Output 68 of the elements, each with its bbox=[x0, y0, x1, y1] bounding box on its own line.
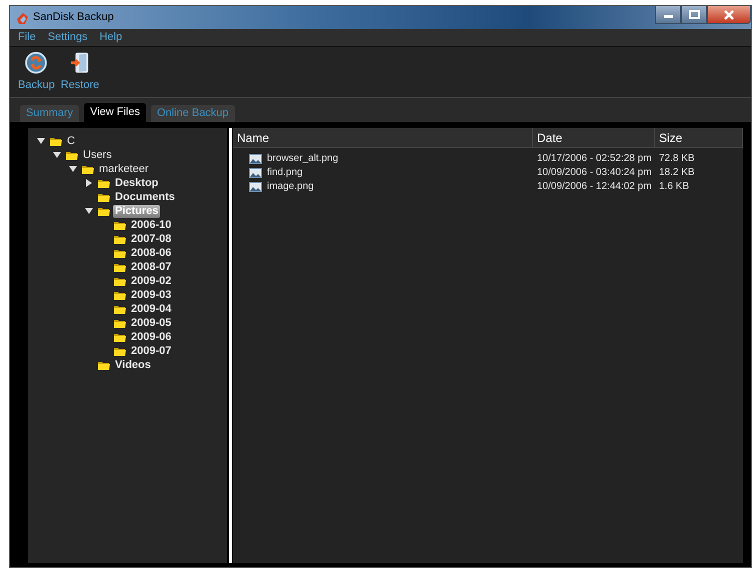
tree-item[interactable]: 2008-07 bbox=[129, 260, 174, 274]
table-cell-text: 10/09/2006 - 03:40:24 pm bbox=[536, 166, 653, 180]
file-name[interactable]: image.png bbox=[267, 180, 314, 194]
tab[interactable]: View Files bbox=[84, 103, 146, 122]
column-header[interactable]: Name bbox=[233, 128, 533, 147]
tree-item[interactable]: Users bbox=[81, 148, 114, 162]
folder-icon bbox=[97, 177, 110, 189]
tree-item[interactable]: 2006-10 bbox=[129, 218, 174, 232]
table-cell-text: 10/17/2006 - 02:52:28 pm bbox=[536, 152, 653, 166]
table-cell-text: 72.8 KB bbox=[658, 152, 696, 166]
maximize-icon bbox=[688, 10, 700, 19]
folder-icon bbox=[81, 163, 94, 175]
close-icon bbox=[723, 10, 735, 20]
tree-item[interactable]: 2009-07 bbox=[129, 344, 174, 358]
image-file-icon bbox=[249, 168, 262, 178]
folder-icon bbox=[97, 205, 110, 217]
menu-item[interactable]: Help bbox=[99, 29, 122, 46]
folder-icon bbox=[113, 345, 126, 357]
tree-item[interactable]: Videos bbox=[113, 358, 153, 372]
menu-item[interactable]: File bbox=[18, 29, 36, 46]
folder-icon bbox=[113, 261, 126, 273]
table-cell-text: 18.2 KB bbox=[658, 166, 696, 180]
file-name[interactable]: browser_alt.png bbox=[267, 152, 338, 166]
folder-icon bbox=[113, 275, 126, 287]
expanded-arrow-icon[interactable] bbox=[53, 151, 61, 159]
expanded-arrow-icon[interactable] bbox=[37, 137, 45, 145]
tree-item[interactable]: 2009-06 bbox=[129, 330, 174, 344]
tree-item[interactable]: Desktop bbox=[113, 176, 160, 190]
image-file-icon bbox=[249, 154, 262, 164]
table-cell-text: 1.6 KB bbox=[658, 180, 690, 194]
minimize-button[interactable] bbox=[655, 6, 681, 24]
folder-icon bbox=[113, 247, 126, 259]
menu-item[interactable]: Settings bbox=[48, 29, 88, 46]
tree-item[interactable]: 2009-03 bbox=[129, 288, 174, 302]
folder-icon bbox=[113, 303, 126, 315]
collapsed-arrow-icon[interactable] bbox=[85, 179, 93, 187]
tree-item[interactable]: Documents bbox=[113, 190, 177, 204]
splitter[interactable] bbox=[228, 128, 232, 563]
column-header[interactable]: Date bbox=[533, 128, 655, 147]
folder-icon bbox=[113, 233, 126, 245]
folder-icon bbox=[97, 191, 110, 203]
tree-item[interactable]: 2009-05 bbox=[129, 316, 174, 330]
tree-item[interactable]: 2009-02 bbox=[129, 274, 174, 288]
column-header[interactable]: Size bbox=[655, 128, 743, 147]
folder-icon bbox=[113, 219, 126, 231]
toolbar-button[interactable]: Backup bbox=[18, 51, 55, 93]
sync-icon bbox=[23, 51, 50, 74]
expanded-arrow-icon[interactable] bbox=[69, 165, 77, 173]
file-name[interactable]: find.png bbox=[267, 166, 303, 180]
folder-icon bbox=[113, 289, 126, 301]
folder-icon bbox=[65, 149, 78, 161]
window-title: SanDisk Backup bbox=[33, 10, 114, 26]
table-cell-text: 10/09/2006 - 12:44:02 pm bbox=[536, 180, 653, 194]
maximize-button[interactable] bbox=[681, 6, 707, 24]
app-icon bbox=[15, 10, 29, 24]
tree-item[interactable]: marketeer bbox=[97, 162, 151, 176]
tree-item[interactable]: 2008-06 bbox=[129, 246, 174, 260]
expanded-arrow-icon[interactable] bbox=[85, 207, 93, 215]
tree-item[interactable]: 2007-08 bbox=[129, 232, 174, 246]
image-file-icon bbox=[249, 182, 262, 192]
tree-item[interactable]: 2009-04 bbox=[129, 302, 174, 316]
folder-icon bbox=[49, 135, 62, 147]
toolbar-button[interactable]: Restore bbox=[60, 51, 100, 93]
folder-icon bbox=[113, 317, 126, 329]
folder-icon bbox=[113, 331, 126, 343]
close-button[interactable] bbox=[707, 6, 751, 24]
folder-icon bbox=[97, 359, 110, 371]
tree-item[interactable]: C bbox=[65, 134, 77, 148]
